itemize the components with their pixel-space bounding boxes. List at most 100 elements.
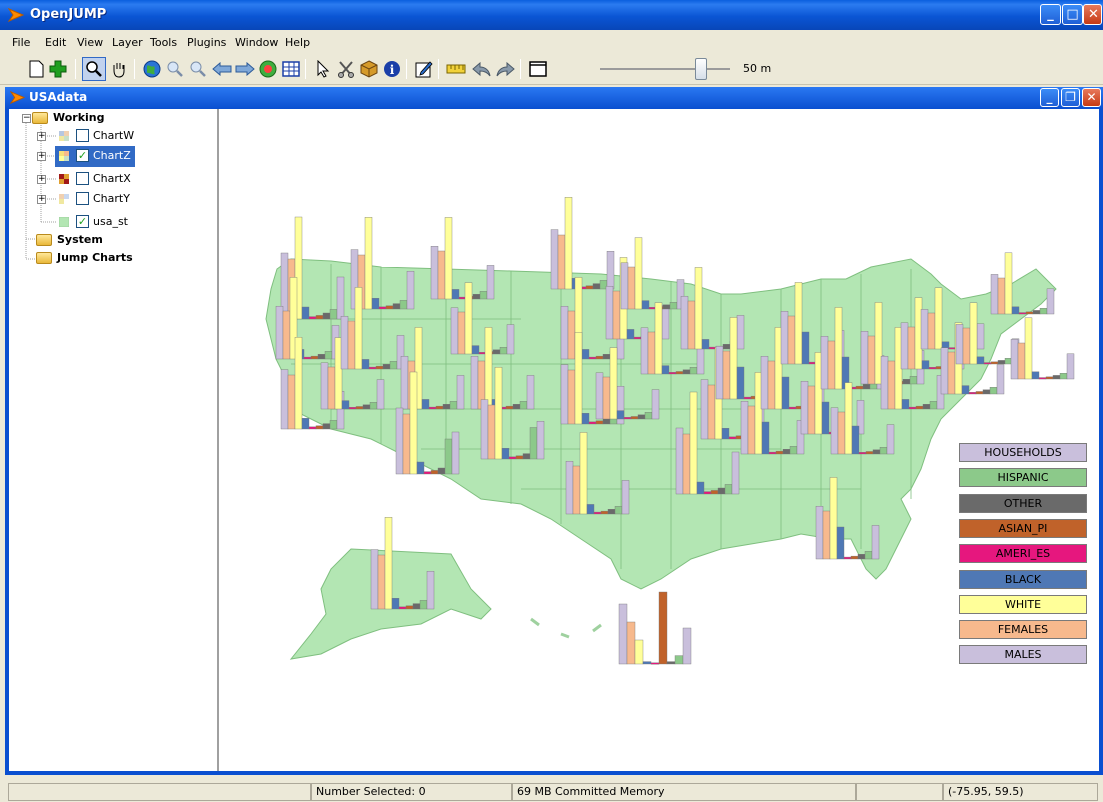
chart-bar-ameri-es xyxy=(368,366,377,370)
minimize-button[interactable]: _ xyxy=(1040,4,1061,25)
zoom-tool-button[interactable] xyxy=(82,57,106,81)
expand-charty-toggle[interactable]: + xyxy=(37,195,46,204)
layer-usa-st-checkbox[interactable]: ✓ xyxy=(76,215,89,228)
toolbar-separator xyxy=(438,59,439,79)
collapse-working-toggle[interactable]: − xyxy=(22,114,31,123)
task-close-button[interactable]: ✕ xyxy=(1082,88,1101,107)
zoom-slider-track[interactable] xyxy=(600,68,730,70)
chart-bar-ameri-es xyxy=(743,396,752,400)
chart-bar-females xyxy=(327,366,336,410)
chart-bar-other xyxy=(472,293,481,300)
category-working[interactable]: Working xyxy=(53,109,105,127)
expand-chartw-toggle[interactable]: + xyxy=(37,132,46,141)
toggle-window-button[interactable] xyxy=(526,57,550,81)
undo-button[interactable] xyxy=(470,57,494,81)
chart-bar-males xyxy=(275,305,284,360)
chart-bar-hispanic xyxy=(369,402,378,410)
chart-bar-females xyxy=(402,413,411,475)
layer-style-icon xyxy=(59,151,69,161)
chart-bar-asian-pi xyxy=(775,450,784,455)
scissors-icon xyxy=(338,61,354,78)
chart-bar-white xyxy=(444,217,453,300)
add-layer-button[interactable] xyxy=(46,57,70,81)
chart-bar-households xyxy=(1046,288,1055,315)
hawaii-shape xyxy=(530,617,602,639)
expand-chartx-toggle[interactable]: + xyxy=(37,175,46,184)
layer-chartz-label[interactable]: ChartZ xyxy=(93,147,131,165)
chart-bar-other xyxy=(1032,310,1041,315)
zoom-to-selected-button[interactable] xyxy=(256,57,280,81)
menu-window[interactable]: Window xyxy=(235,36,278,49)
chart-bar-males xyxy=(640,327,649,375)
layer-chartw-checkbox[interactable] xyxy=(76,129,89,142)
hand-icon xyxy=(113,63,125,78)
chart-bar-other xyxy=(392,303,401,310)
zoom-slider-thumb[interactable] xyxy=(695,58,707,80)
pan-forward-button[interactable] xyxy=(233,57,257,81)
edit-toolbox-button[interactable] xyxy=(412,57,436,81)
category-jump-charts[interactable]: Jump Charts xyxy=(57,249,133,267)
maximize-button[interactable]: □ xyxy=(1062,4,1083,25)
chart-bar-black xyxy=(301,418,310,430)
arrow-right-icon xyxy=(235,62,255,76)
layer-chartz-checkbox[interactable]: ✓ xyxy=(76,149,89,162)
attribute-table-button[interactable] xyxy=(279,57,303,81)
chart-bar-ameri-es xyxy=(633,336,642,340)
category-system[interactable]: System xyxy=(57,231,103,249)
layer-chartx-label[interactable]: ChartX xyxy=(93,170,131,188)
close-button[interactable]: ✕ xyxy=(1083,4,1102,25)
expand-chartz-toggle[interactable]: + xyxy=(37,152,46,161)
chart-bar-hispanic xyxy=(499,347,508,355)
chart-bar-males xyxy=(470,355,479,410)
layer-usa-st-label[interactable]: usa_st xyxy=(93,213,128,231)
layer-chartw-label[interactable]: ChartW xyxy=(93,127,134,145)
menu-tools[interactable]: Tools xyxy=(150,36,177,49)
chart-bar-ameri-es xyxy=(508,456,517,460)
chart-bar-females xyxy=(837,411,846,455)
delete-features-button[interactable] xyxy=(334,57,358,81)
new-project-button[interactable] xyxy=(24,57,48,81)
zoom-to-selection-icon xyxy=(259,60,277,78)
chart-bar-ameri-es xyxy=(588,356,597,360)
layer-charty-label[interactable]: ChartY xyxy=(93,190,130,208)
chart-bar-households xyxy=(736,315,745,350)
menu-plugins[interactable]: Plugins xyxy=(187,36,226,49)
chart-bar-asian-pi xyxy=(430,470,439,475)
chart-bar-hispanic xyxy=(929,401,938,410)
zoom-to-full-extent-button[interactable] xyxy=(140,57,164,81)
measure-distance-button[interactable] xyxy=(444,57,468,81)
app-title-bar: OpenJUMP _ □ ✕ xyxy=(0,0,1103,30)
task-minimize-button[interactable]: _ xyxy=(1040,88,1059,107)
pan-back-button[interactable] xyxy=(210,57,234,81)
menu-file[interactable]: File xyxy=(12,36,30,49)
chart-bar-asian-pi xyxy=(1025,311,1034,315)
menu-edit[interactable]: Edit xyxy=(45,36,66,49)
pan-tool-button[interactable] xyxy=(107,57,131,81)
select-tool-button[interactable] xyxy=(311,57,335,81)
chart-bar-asian-pi xyxy=(600,510,609,515)
chart-bar-males xyxy=(1010,339,1019,380)
map-canvas[interactable]: HOUSEHOLDS HISPANIC OTHER ASIAN_PI AMERI_ES B… xyxy=(221,109,1099,771)
chart-bar-households xyxy=(621,480,630,515)
undo-icon xyxy=(472,61,491,77)
menu-layer[interactable]: Layer xyxy=(112,36,143,49)
chart-bar-males xyxy=(860,330,869,385)
chart-bar-females xyxy=(887,360,896,410)
chart-bar-asian-pi xyxy=(990,361,999,365)
feature-info-button[interactable] xyxy=(357,57,381,81)
legend-item-black: BLACK xyxy=(959,569,1087,589)
layer-charty-checkbox[interactable] xyxy=(76,192,89,205)
legend-item-asian-pi: ASIAN_PI xyxy=(959,518,1087,538)
layer-chartx-checkbox[interactable] xyxy=(76,172,89,185)
info-button[interactable]: i xyxy=(380,57,404,81)
zoom-previous-button[interactable] xyxy=(163,57,187,81)
redo-button[interactable] xyxy=(493,57,517,81)
zoom-next-button[interactable] xyxy=(186,57,210,81)
chart-bar-other xyxy=(362,404,371,410)
chart-bar-asian-pi xyxy=(675,371,684,375)
task-restore-button[interactable]: ❐ xyxy=(1061,88,1080,107)
hawaii-bar-ameri-es xyxy=(650,662,660,665)
chart-bar-males xyxy=(900,322,909,370)
menu-view[interactable]: View xyxy=(77,36,103,49)
menu-help[interactable]: Help xyxy=(285,36,310,49)
